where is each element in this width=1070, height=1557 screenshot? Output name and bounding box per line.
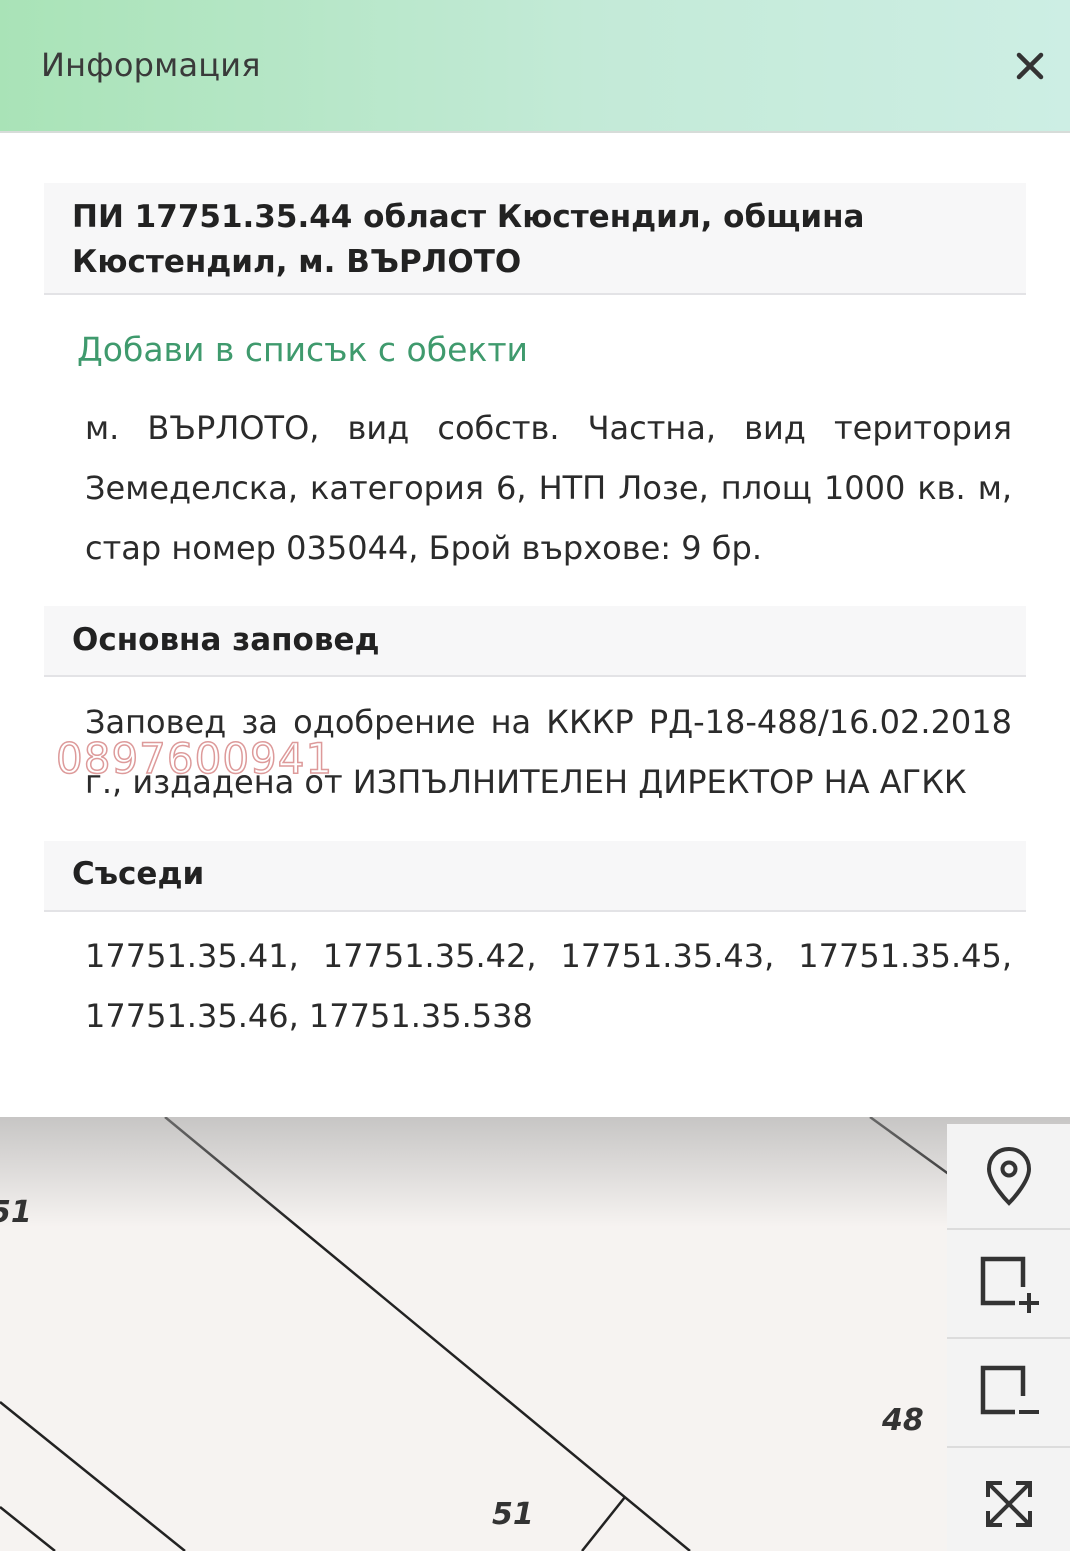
- location-button[interactable]: [947, 1124, 1070, 1230]
- parcel-details: м. ВЪРЛОТО, вид собств. Частна, вид тери…: [85, 409, 1012, 567]
- add-area-button[interactable]: [947, 1233, 1070, 1339]
- dialog-header: Информация: [0, 0, 1070, 133]
- order-heading: Основна заповед: [44, 606, 1026, 677]
- parcel-title: ПИ 17751.35.44 област Кюстендил, община …: [44, 183, 1026, 295]
- neighbours-heading: Съседи: [44, 841, 1026, 912]
- map-parcel-label: 51: [0, 1195, 32, 1230]
- location-pin-icon: [986, 1146, 1031, 1206]
- neighbours-heading-label: Съседи: [72, 856, 205, 892]
- cadastral-map[interactable]: 51 48 51: [0, 1117, 1070, 1551]
- map-parcel-label: 48: [882, 1403, 924, 1438]
- fullscreen-icon: [985, 1481, 1032, 1527]
- map-toolbar: [947, 1124, 1070, 1551]
- add-area-icon: [980, 1256, 1039, 1313]
- order-heading-label: Основна заповед: [72, 622, 380, 658]
- phone-watermark: 0897600941: [55, 733, 334, 784]
- map-parcel-label: 51: [492, 1497, 534, 1532]
- dialog-title: Информация: [41, 46, 261, 84]
- close-icon[interactable]: [1010, 46, 1050, 86]
- remove-area-button[interactable]: [947, 1342, 1070, 1448]
- add-to-list-link[interactable]: Добави в списък с обекти: [77, 330, 528, 369]
- neighbours-list: 17751.35.41, 17751.35.42, 17751.35.43, 1…: [85, 937, 1012, 1035]
- map-top-shadow: [0, 1117, 1070, 1227]
- fullscreen-button[interactable]: [947, 1451, 1070, 1557]
- remove-area-icon: [980, 1365, 1039, 1415]
